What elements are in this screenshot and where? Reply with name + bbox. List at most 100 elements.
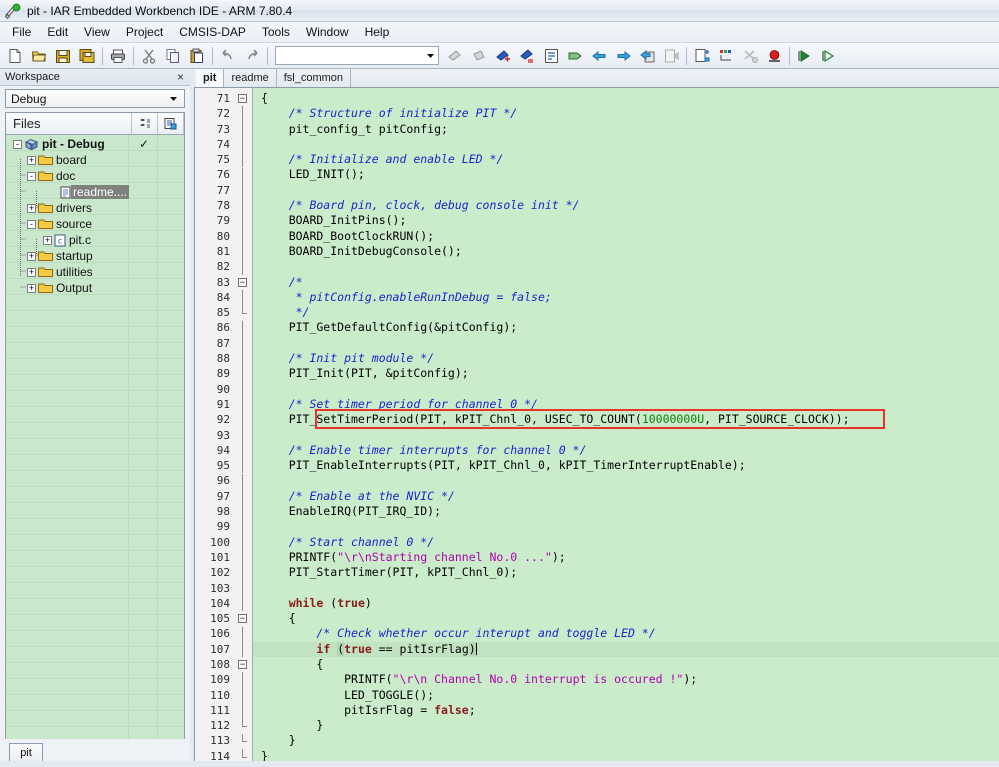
line-number: 82 bbox=[216, 260, 230, 274]
menu-project[interactable]: Project bbox=[118, 23, 171, 42]
tree-item-output[interactable]: + Output bbox=[6, 280, 184, 296]
undo-arrow-icon[interactable] bbox=[216, 45, 240, 67]
code-token: /* bbox=[261, 274, 303, 289]
expander-icon[interactable]: + bbox=[27, 155, 36, 165]
line-number: 92 bbox=[216, 413, 230, 427]
line-number: 106 bbox=[210, 627, 230, 641]
menu-view[interactable]: View bbox=[76, 23, 118, 42]
debug-without-download-icon[interactable] bbox=[714, 45, 738, 67]
tree-item-drivers[interactable]: + drivers bbox=[6, 200, 184, 216]
fold-collapse-icon[interactable]: − bbox=[238, 277, 247, 287]
tab-readme[interactable]: readme bbox=[224, 69, 277, 87]
menu-window[interactable]: Window bbox=[298, 23, 357, 42]
line-number: 93 bbox=[216, 428, 230, 442]
expander-icon[interactable]: - bbox=[27, 219, 36, 229]
menu-edit[interactable]: Edit bbox=[39, 23, 76, 42]
tree-item-utilities[interactable]: + utilities bbox=[6, 264, 184, 280]
quick-search-combo[interactable] bbox=[275, 46, 439, 65]
make-icon[interactable] bbox=[635, 45, 659, 67]
fold-collapse-icon[interactable]: − bbox=[238, 94, 247, 103]
folder-icon bbox=[38, 154, 53, 166]
code-line: EnableIRQ(PIT_IRQ_ID); bbox=[253, 504, 999, 519]
tree-item-pit-c[interactable]: + c pit.c bbox=[6, 232, 184, 248]
save-all-icon[interactable] bbox=[75, 45, 99, 67]
code-line: /* Structure of initialize PIT */ bbox=[253, 106, 999, 121]
fold-collapse-icon[interactable]: − bbox=[238, 614, 247, 624]
source-code-text[interactable]: { /* Structure of initialize PIT */ pit_… bbox=[253, 88, 999, 761]
navigate-forward-icon[interactable] bbox=[611, 45, 635, 67]
editor-tab-bar: pit readme fsl_common bbox=[194, 69, 999, 87]
code-token: ); bbox=[551, 549, 566, 564]
tree-item-doc[interactable]: - doc bbox=[6, 168, 184, 184]
breakpoint-list-icon[interactable] bbox=[515, 45, 539, 67]
close-icon[interactable]: × bbox=[174, 71, 187, 83]
code-line: { bbox=[253, 91, 999, 106]
line-number: 104 bbox=[210, 596, 230, 610]
new-document-icon[interactable] bbox=[3, 45, 27, 67]
paste-icon[interactable] bbox=[185, 45, 209, 67]
compile-icon[interactable] bbox=[563, 45, 587, 67]
build-status-icon[interactable] bbox=[132, 113, 158, 134]
redo-arrow-icon[interactable] bbox=[240, 45, 264, 67]
expander-icon[interactable]: + bbox=[27, 267, 36, 277]
menu-cmsis-dap[interactable]: CMSIS-DAP bbox=[171, 23, 254, 42]
stop-build-icon[interactable] bbox=[738, 45, 762, 67]
code-token: true bbox=[337, 595, 365, 610]
copy-icon[interactable] bbox=[161, 45, 185, 67]
code-token: true bbox=[344, 641, 372, 656]
navigate-back-icon[interactable] bbox=[587, 45, 611, 67]
code-line: } bbox=[253, 749, 999, 761]
bookmark-toggle-icon[interactable] bbox=[443, 45, 467, 67]
breakpoint-add-icon[interactable] bbox=[491, 45, 515, 67]
fold-collapse-icon[interactable]: − bbox=[238, 660, 247, 670]
code-token: ); bbox=[683, 672, 698, 687]
tree-column-files: Files bbox=[6, 113, 132, 134]
go-to-definition-icon[interactable] bbox=[539, 45, 563, 67]
next-statement-icon[interactable] bbox=[659, 45, 683, 67]
fold-guide-line bbox=[242, 748, 243, 757]
tree-item-pit-debug[interactable]: - pit - Debug ✓ bbox=[6, 136, 184, 152]
bookmark-prev-icon[interactable] bbox=[467, 45, 491, 67]
cut-scissors-icon[interactable] bbox=[137, 45, 161, 67]
code-line: /* Initialize and enable LED */ bbox=[253, 152, 999, 167]
code-line: PIT_EnableInterrupts(PIT, kPIT_Chnl_0, k… bbox=[253, 458, 999, 473]
workspace-title: Workspace bbox=[5, 71, 60, 83]
expander-icon[interactable]: - bbox=[13, 139, 22, 149]
code-editor[interactable]: 71 72 73 74 75 76 77 78 79 80 81 82 83 84 85 86 87 88 89 90… bbox=[194, 87, 999, 761]
expander-icon[interactable]: + bbox=[27, 283, 36, 293]
stop-debug-icon[interactable] bbox=[762, 45, 786, 67]
download-debug-icon[interactable] bbox=[690, 45, 714, 67]
menu-tools[interactable]: Tools bbox=[254, 23, 298, 42]
save-icon[interactable] bbox=[51, 45, 75, 67]
tab-fsl-common[interactable]: fsl_common bbox=[277, 69, 352, 87]
fold-end-tick bbox=[242, 741, 247, 743]
line-number: 102 bbox=[210, 566, 230, 580]
code-token: PRINTF( bbox=[261, 549, 338, 564]
tree-item-readme[interactable]: readme.... bbox=[6, 184, 184, 200]
expander-icon[interactable]: + bbox=[27, 251, 36, 261]
step-icon[interactable] bbox=[817, 45, 841, 67]
line-number: 97 bbox=[216, 489, 230, 503]
tree-item-board[interactable]: + board bbox=[6, 152, 184, 168]
code-line: /* Set timer period for channel 0 */ bbox=[253, 397, 999, 412]
code-token: { bbox=[261, 656, 324, 671]
run-icon[interactable] bbox=[793, 45, 817, 67]
print-icon[interactable] bbox=[106, 45, 130, 67]
build-configuration-select[interactable]: Debug bbox=[5, 89, 185, 108]
menu-file[interactable]: File bbox=[4, 23, 39, 42]
code-folding-gutter[interactable]: − − − − bbox=[235, 88, 253, 761]
file-overview-icon[interactable] bbox=[158, 113, 184, 134]
workspace-tab-pit[interactable]: pit bbox=[9, 743, 43, 761]
tree-item-startup[interactable]: + startup bbox=[6, 248, 184, 264]
open-folder-icon[interactable] bbox=[27, 45, 51, 67]
expander-icon[interactable]: + bbox=[43, 235, 52, 245]
expander-icon[interactable]: - bbox=[27, 171, 36, 181]
tab-pit[interactable]: pit bbox=[196, 69, 225, 87]
fold-guide-line bbox=[242, 488, 243, 505]
line-number: 113 bbox=[210, 734, 230, 748]
menu-help[interactable]: Help bbox=[357, 23, 398, 42]
tree-item-source[interactable]: - source bbox=[6, 216, 184, 232]
fold-guide-line bbox=[242, 289, 243, 306]
expander-icon[interactable]: + bbox=[27, 203, 36, 213]
